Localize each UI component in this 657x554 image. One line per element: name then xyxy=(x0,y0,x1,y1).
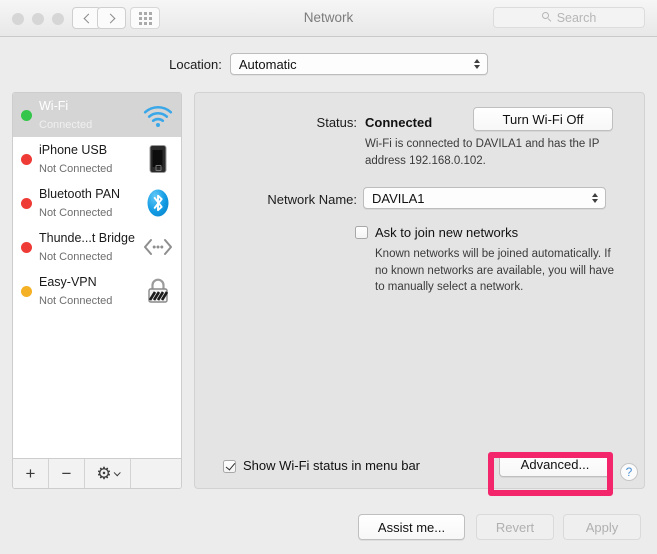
sidebar-item-thunderbolt-bridge[interactable]: Thunde...t Bridge Not Connected xyxy=(13,225,181,269)
iphone-icon xyxy=(141,142,175,176)
sidebar-item-iphone-usb[interactable]: iPhone USB Not Connected xyxy=(13,137,181,181)
sidebar-item-bluetooth-pan[interactable]: Bluetooth PAN Not Connected xyxy=(13,181,181,225)
status-dot xyxy=(21,109,32,121)
help-button[interactable]: ? xyxy=(620,463,638,481)
vpn-lock-icon xyxy=(141,274,175,308)
sidebar-item-status: Not Connected xyxy=(39,251,113,263)
sidebar-item-status: Not Connected xyxy=(39,295,113,307)
checkbox-box xyxy=(223,459,236,473)
network-services-sidebar: Wi-Fi Connected iPhone USB Not Connected… xyxy=(12,92,182,489)
thunderbolt-bridge-icon xyxy=(141,230,175,264)
location-select[interactable]: Automatic xyxy=(229,53,488,75)
location-select-value: Automatic xyxy=(238,56,297,72)
search-placeholder: Search xyxy=(556,10,597,25)
wifi-settings-panel: Status: Connected Turn Wi-Fi Off Wi-Fi i… xyxy=(194,92,645,489)
wifi-icon xyxy=(141,98,175,132)
gear-icon: ⚙ xyxy=(96,463,112,483)
sidebar-item-label: Easy-VPN xyxy=(39,274,97,289)
sidebar-toolbar: + − ⚙ xyxy=(13,458,181,488)
sidebar-item-status: Connected xyxy=(39,119,93,131)
assist-me-button[interactable]: Assist me... xyxy=(358,514,465,540)
footer-buttons: Assist me... Revert Apply xyxy=(0,514,657,544)
ask-to-join-label: Ask to join new networks xyxy=(375,225,519,240)
status-dot xyxy=(21,153,32,165)
show-wifi-status-label: Show Wi-Fi status in menu bar xyxy=(243,458,421,473)
network-name-value: DAVILA1 xyxy=(372,190,425,206)
sidebar-item-label: Bluetooth PAN xyxy=(39,186,121,201)
status-dot xyxy=(21,241,32,253)
status-value: Connected xyxy=(365,115,433,130)
network-name-select[interactable]: DAVILA1 xyxy=(363,187,606,209)
status-label: Status: xyxy=(316,115,357,130)
show-wifi-status-checkbox[interactable]: Show Wi-Fi status in menu bar xyxy=(223,458,420,473)
turn-wifi-off-button[interactable]: Turn Wi-Fi Off xyxy=(473,107,613,131)
search-input[interactable]: Search xyxy=(493,7,645,28)
status-description: Wi-Fi is connected to DAVILA1 and has th… xyxy=(365,138,600,167)
sidebar-item-status: Not Connected xyxy=(39,163,113,175)
location-label: Location: xyxy=(169,56,222,72)
status-dot xyxy=(21,285,32,297)
sidebar-item-wifi[interactable]: Wi-Fi Connected xyxy=(13,93,181,137)
sidebar-item-label: iPhone USB xyxy=(39,142,108,157)
stepper-arrows-icon xyxy=(473,59,480,69)
advanced-button[interactable]: Advanced... xyxy=(499,452,611,477)
sidebar-item-status: Not Connected xyxy=(39,207,113,219)
status-dot xyxy=(21,197,32,209)
titlebar: Network Search xyxy=(0,0,657,37)
sidebar-item-label: Wi-Fi xyxy=(39,98,69,113)
ask-to-join-checkbox[interactable]: Ask to join new networks xyxy=(355,225,518,240)
bluetooth-icon xyxy=(141,186,175,220)
location-row: Location: Automatic xyxy=(0,52,657,76)
remove-service-button[interactable]: − xyxy=(49,459,85,488)
network-preferences-window: Network Search Location: Automatic Wi-Fi… xyxy=(0,0,657,554)
apply-button: Apply xyxy=(563,514,641,540)
chevron-down-icon xyxy=(113,469,121,477)
sidebar-item-label: Thunde...t Bridge xyxy=(39,230,135,245)
network-services-list: Wi-Fi Connected iPhone USB Not Connected… xyxy=(13,93,181,458)
add-service-button[interactable]: + xyxy=(13,459,49,488)
sidebar-item-easy-vpn[interactable]: Easy-VPN Not Connected xyxy=(13,269,181,313)
toolbar-filler xyxy=(131,459,181,488)
checkbox-box xyxy=(355,226,368,239)
network-name-label: Network Name: xyxy=(267,192,357,207)
service-actions-button[interactable]: ⚙ xyxy=(85,459,131,488)
search-icon xyxy=(541,12,553,23)
ask-to-join-description: Known networks will be joined automatica… xyxy=(375,248,615,294)
revert-button: Revert xyxy=(476,514,554,540)
stepper-arrows-icon xyxy=(592,193,598,203)
